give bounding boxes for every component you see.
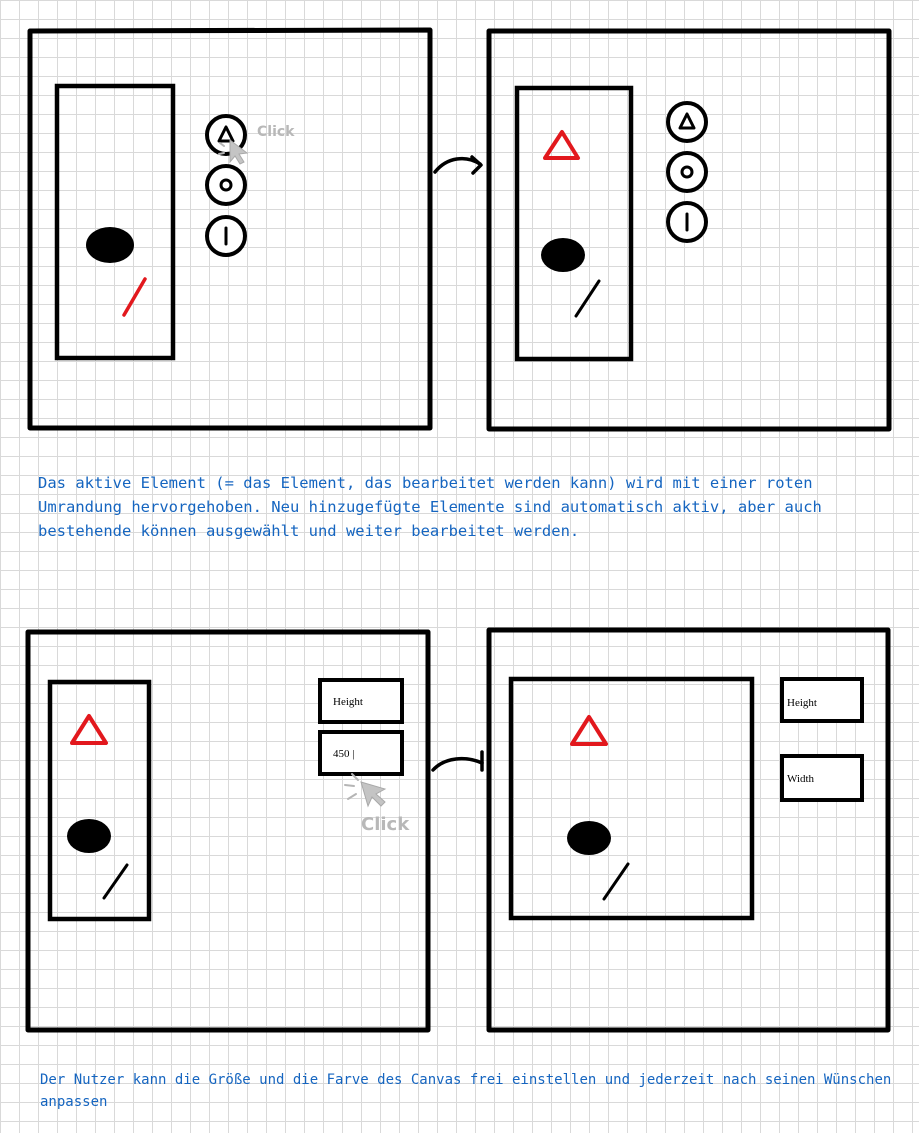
line-shape[interactable] (602, 862, 630, 901)
drawing-canvas[interactable] (47, 679, 152, 922)
height-value-input[interactable]: 450 | (318, 730, 404, 776)
click-label: Click (361, 814, 410, 835)
description-bottom: Der Nutzer kann die Größe und die Farve … (40, 1072, 892, 1110)
svg-text:Width: Width (787, 773, 815, 785)
black-circle-shape[interactable] (541, 238, 585, 272)
line-shape[interactable] (574, 279, 601, 318)
panel-2 (486, 28, 892, 432)
height-input[interactable]: Height (318, 678, 404, 724)
transition-arrow (433, 156, 482, 174)
active-triangle-shape[interactable] (543, 130, 580, 160)
tool-line-button[interactable] (666, 201, 708, 243)
arrow-head-icon (470, 155, 483, 175)
panel-3: Height 450 | Click (25, 629, 431, 1033)
drawing-canvas[interactable] (508, 676, 755, 921)
width-input[interactable]: Width (780, 754, 864, 802)
black-circle-shape[interactable] (567, 821, 611, 855)
panel-1: Click (27, 27, 433, 431)
drawing-canvas[interactable] (514, 85, 634, 362)
drawing-canvas[interactable] (54, 83, 176, 361)
tool-line-button[interactable] (205, 215, 247, 257)
active-triangle-shape[interactable] (570, 715, 608, 746)
black-circle-shape[interactable] (67, 819, 111, 853)
cursor-icon (344, 773, 387, 808)
black-circle-shape[interactable] (86, 227, 134, 263)
svg-text:Height: Height (333, 696, 363, 708)
height-input[interactable]: Height (780, 677, 864, 723)
svg-text:Height: Height (787, 697, 817, 709)
tool-triangle-button[interactable] (666, 101, 708, 143)
active-line-shape[interactable] (122, 277, 147, 317)
description-top: Das aktive Element (= das Element, das b… (38, 474, 822, 540)
svg-text:450 |: 450 | (333, 748, 354, 760)
tool-circle-button[interactable] (205, 164, 247, 206)
line-shape[interactable] (102, 863, 129, 900)
tool-circle-button[interactable] (666, 151, 708, 193)
transition-arrow (431, 756, 484, 772)
storyboard: Click Height 450 | Click Height Width (25, 27, 892, 1033)
click-label: Click (257, 124, 295, 140)
panel-4: Height Width (486, 627, 891, 1033)
active-triangle-shape[interactable] (70, 714, 108, 745)
